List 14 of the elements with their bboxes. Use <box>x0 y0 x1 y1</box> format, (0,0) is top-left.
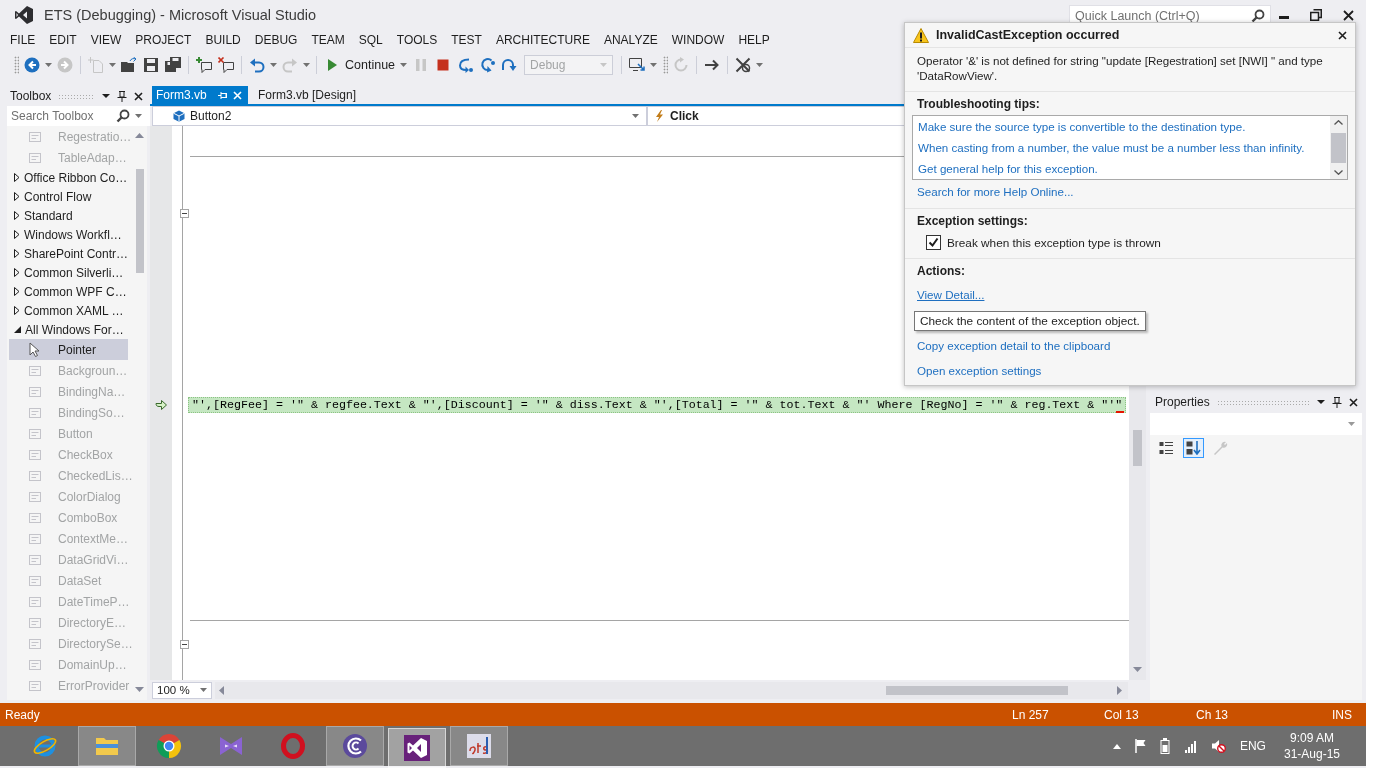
column-indicator: Col 13 <box>1104 707 1139 722</box>
exception-title: InvalidCastException occurred <box>936 28 1120 42</box>
window-title: ETS (Debugging) - Microsoft Visual Studio <box>44 7 317 23</box>
tooltip: Check the content of the exception object. <box>914 311 1146 331</box>
char-indicator: Ch 13 <box>1196 707 1229 722</box>
section-heading: Exception settings: <box>916 214 1028 229</box>
insert-mode-indicator: INS <box>1332 707 1352 722</box>
section-heading: Actions: <box>916 264 965 279</box>
status-message: Ready <box>5 707 40 722</box>
panel-title: Properties <box>1155 395 1210 409</box>
code-text: "',[RegFee] = '" & regfee.Text & "',[Discount] = '" & diss.Text & "',[Total] = '" & tot.Text & "' Where [RegNo] = '" & reg.Text & "'" <box>192 398 1123 412</box>
line-indicator: Ln 257 <box>1012 707 1049 722</box>
exception-message: Operator '&' is not defined for string "update [Regestration] set [NWI] " and type 'DataRowView'. <box>905 48 1355 92</box>
panel-title: Toolbox <box>10 89 52 103</box>
